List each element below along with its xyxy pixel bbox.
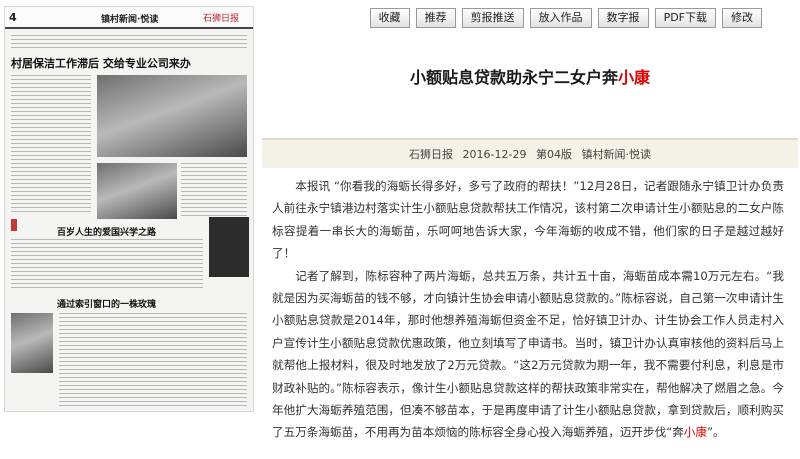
- recommend-button[interactable]: 推荐: [415, 8, 456, 28]
- thumbnail-section-name: 镇村新闻·悦读: [101, 15, 159, 25]
- thumbnail-headline-main: 村居保洁工作滞后 交给专业公司来办: [11, 57, 191, 70]
- thumbnail-dark-box: [209, 217, 249, 277]
- article-paragraph-1: 本报讯 “你看我的海蛎长得多好，多亏了政府的帮扶！”12月28日，记者跟随永宁镇…: [272, 179, 784, 261]
- article-paragraph-2-highlight: 小康: [683, 425, 707, 440]
- article-page: 第04版: [535, 148, 572, 161]
- article-paragraph-2: 记者了解到，陈标容种了两片海蛎，总共五万条，共计五十亩，海蛎苗成本需10万元左右…: [272, 265, 784, 444]
- clipping-push-button[interactable]: 剪报推送: [461, 8, 524, 28]
- thumbnail-text-block: [11, 239, 203, 289]
- thumbnail-text-block: [11, 75, 91, 215]
- thumbnail-masthead-logo: 石狮日报: [202, 14, 239, 24]
- article-paragraph-2-text: 记者了解到，陈标容种了两片海蛎，总共五万条，共计五十亩，海蛎苗成本需10万元左右…: [272, 268, 784, 440]
- thumbnail-text-block: [181, 163, 247, 219]
- article-date: 2016-12-29: [462, 148, 527, 161]
- thumbnail-text-block: [59, 313, 247, 407]
- thumbnail-photo-workers: [97, 163, 177, 219]
- thumbnail-header: 4 镇村新闻·悦读 石狮日报: [5, 7, 253, 29]
- article-body: 本报讯 “你看我的海蛎长得多好，多亏了政府的帮扶！”12月28日，记者跟随永宁镇…: [272, 175, 784, 444]
- digital-newspaper-button[interactable]: 数字报: [597, 8, 649, 28]
- newspaper-page-thumbnail[interactable]: 4 镇村新闻·悦读 石狮日报 村居保洁工作滞后 交给专业公司来办 百岁人生的爱国…: [4, 6, 254, 412]
- article-paragraph-2-tail: ”。: [707, 425, 725, 440]
- favorite-button[interactable]: 收藏: [369, 8, 410, 28]
- article-toolbar: 收藏 推荐 剪报推送 放入作品 数字报 PDF下载 修改: [369, 8, 762, 28]
- thumbnail-text-block: [11, 35, 247, 51]
- edit-button[interactable]: 修改: [722, 8, 762, 28]
- pdf-download-button[interactable]: PDF下载: [654, 8, 716, 28]
- thumbnail-photo-book: [11, 313, 53, 373]
- article-source: 石狮日报: [409, 148, 454, 161]
- thumbnail-headline-mid: 百岁人生的爱国兴学之路: [57, 228, 157, 238]
- article-title-highlight: 小康: [618, 68, 651, 87]
- thumbnail-section-marker: [11, 219, 17, 231]
- thumbnail-headline-low: 通过索引窗口的一株玫瑰: [57, 300, 157, 310]
- article-title-text: 小额贴息贷款助永宁二女户奔: [409, 68, 618, 87]
- thumbnail-photo-excavator: [97, 75, 247, 157]
- thumbnail-page-number: 4: [9, 11, 17, 24]
- article-title: 小额贴息贷款助永宁二女户奔小康: [262, 64, 798, 88]
- article-meta-bar: 石狮日报 2016-12-29 第04版 镇村新闻·悦读: [262, 138, 798, 168]
- article-section: 镇村新闻·悦读: [581, 148, 651, 161]
- add-to-works-button[interactable]: 放入作品: [529, 8, 592, 28]
